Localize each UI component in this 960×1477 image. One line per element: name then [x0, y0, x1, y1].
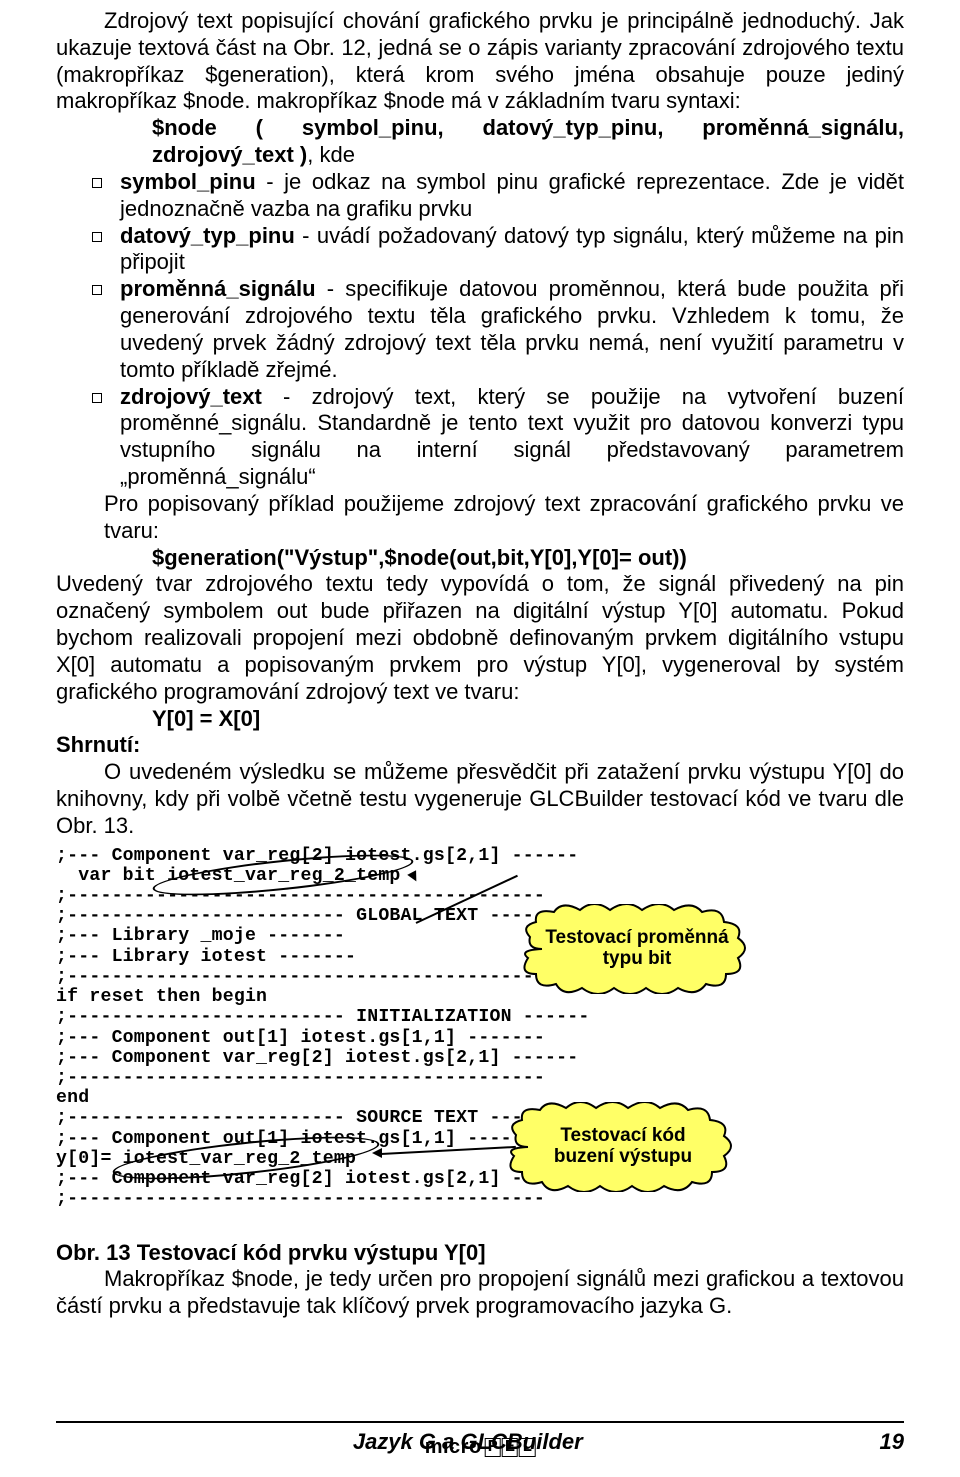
- footer-page-number: 19: [880, 1429, 904, 1455]
- paragraph-3: O uvedeném výsledku se můžeme přesvědčit…: [56, 759, 904, 839]
- page-footer: Jazyk G a GLCBuilder 19 micro P E L: [56, 1421, 904, 1455]
- arrowhead-2: [372, 1148, 382, 1158]
- term: symbol_pinu: [120, 169, 256, 194]
- term: datový_typ_pinu: [120, 223, 295, 248]
- syntax-tail: , kde: [307, 142, 355, 167]
- list-item: zdrojový_text - zdrojový text, který se …: [92, 384, 904, 491]
- example-intro: Pro popisovaný příklad použijeme zdrojov…: [56, 491, 904, 545]
- term: proměnná_signálu: [120, 276, 316, 301]
- syntax-line: $node ( symbol_pinu, datový_typ_pinu, pr…: [56, 115, 904, 169]
- footer-brand-l: L: [519, 1438, 535, 1457]
- syntax-bold: $node ( symbol_pinu, datový_typ_pinu, pr…: [152, 115, 904, 167]
- footer-brand-pel: P E L: [485, 1438, 536, 1457]
- figure-caption: Obr. 13 Testovací kód prvku výstupu Y[0]: [56, 1240, 904, 1266]
- list-item: proměnná_signálu - specifikuje datovou p…: [92, 276, 904, 383]
- footer-rule: [56, 1421, 904, 1423]
- code-figure: ;--- Component var_reg[2] iotest.gs[2,1]…: [56, 846, 904, 1236]
- summary-heading: Shrnutí:: [56, 732, 904, 759]
- paragraph-2: Uvedený tvar zdrojového textu tedy vypov…: [56, 571, 904, 705]
- footer-brand-p: P: [485, 1438, 501, 1457]
- list-item: symbol_pinu - je odkaz na symbol pinu gr…: [92, 169, 904, 223]
- footer-logo: micro P E L: [425, 1436, 536, 1459]
- list-item: datový_typ_pinu - uvádí požadovaný datov…: [92, 223, 904, 277]
- example-code: $generation("Výstup",$node(out,bit,Y[0],…: [56, 545, 904, 572]
- footer-brand-e: E: [502, 1438, 518, 1457]
- paragraph-4: Makropříkaz $node, je tedy určen pro pro…: [56, 1266, 904, 1320]
- term: zdrojový_text: [120, 384, 262, 409]
- footer-brand-micro: micro: [425, 1436, 482, 1459]
- paragraph-1: Zdrojový text popisující chování grafick…: [56, 8, 904, 115]
- bullet-list: symbol_pinu - je odkaz na symbol pinu gr…: [56, 169, 904, 491]
- equation: Y[0] = X[0]: [56, 706, 904, 733]
- cloud1-line2: typu bit: [603, 948, 672, 969]
